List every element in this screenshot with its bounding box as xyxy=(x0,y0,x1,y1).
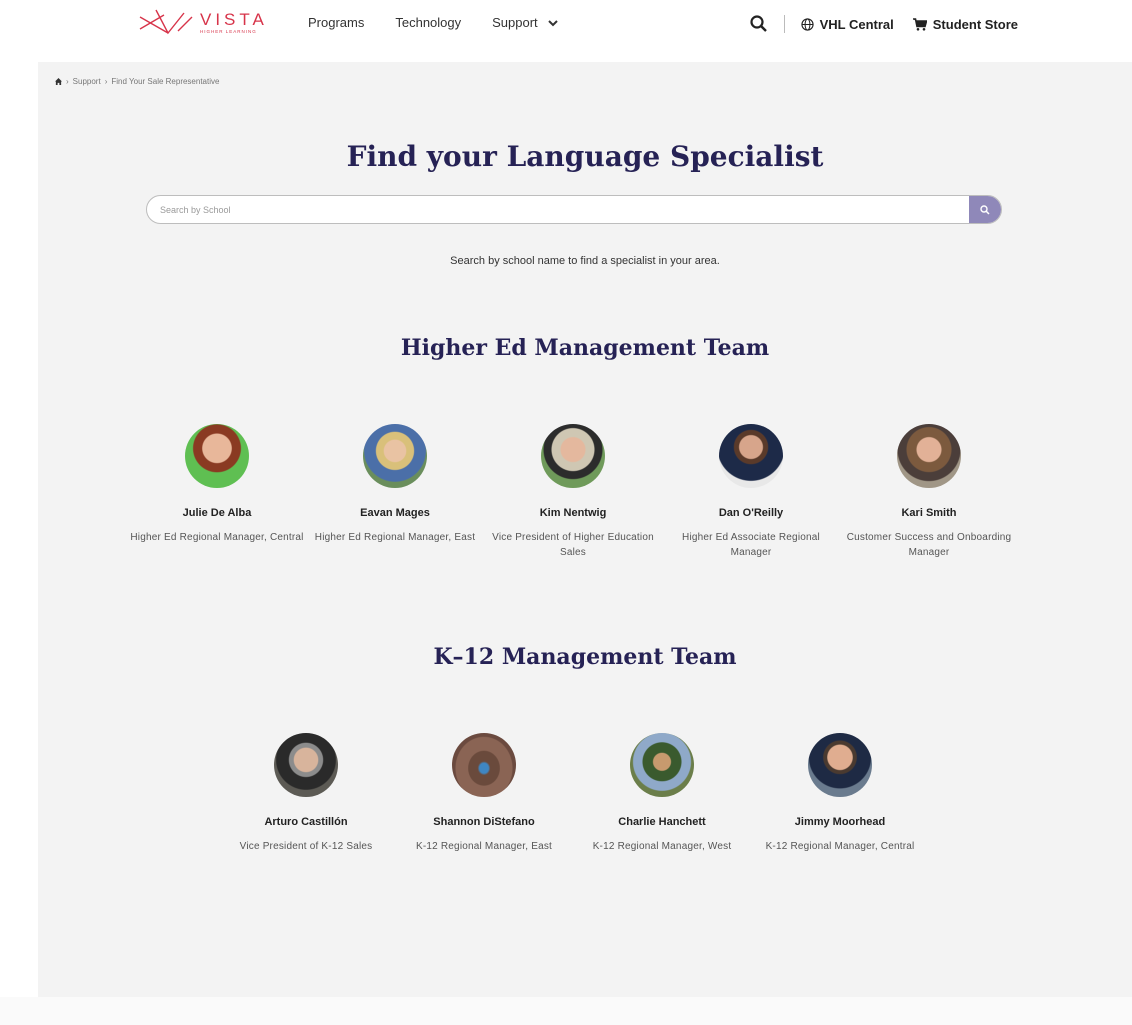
member-role: Vice President of K-12 Sales xyxy=(239,841,373,852)
globe-icon xyxy=(800,17,814,31)
breadcrumb-support[interactable]: Support xyxy=(73,77,101,86)
page-title: Find your Language Specialist xyxy=(346,140,824,173)
vhl-central-label: VHL Central xyxy=(819,16,894,32)
avatar xyxy=(719,424,783,488)
member-name: Arturo Castillón xyxy=(264,816,348,828)
nav-technology-label: Technology xyxy=(395,15,462,30)
member-name: Shannon DiStefano xyxy=(433,816,535,828)
member-role: K-12 Regional Manager, Central xyxy=(765,841,915,852)
member-name: Julie De Alba xyxy=(182,507,252,519)
search-icon[interactable] xyxy=(749,15,768,33)
avatar xyxy=(808,733,872,797)
member-name: Eavan Mages xyxy=(360,507,430,519)
avatar xyxy=(541,424,605,488)
vhl-central-link[interactable]: VHL Central xyxy=(800,16,894,32)
member-role: K-12 Regional Manager, West xyxy=(592,841,732,852)
divider xyxy=(783,15,785,33)
team-member-card: Julie De Alba Higher Ed Regional Manager… xyxy=(128,424,306,545)
team-member-card: Kim Nentwig Vice President of Higher Edu… xyxy=(484,424,662,560)
home-icon[interactable] xyxy=(55,78,62,85)
chevron-down-icon xyxy=(547,19,558,26)
avatar xyxy=(630,733,694,797)
avatar xyxy=(363,424,427,488)
team-member-card: Shannon DiStefano K-12 Regional Manager,… xyxy=(395,733,573,854)
utility-links: VHL Central Student Store xyxy=(749,15,1018,33)
nav-technology[interactable]: Technology xyxy=(395,15,461,30)
breadcrumb: › Support › Find Your Sale Representativ… xyxy=(55,77,223,86)
cart-icon xyxy=(912,17,927,31)
team-member-card: Arturo Castillón Vice President of K-12 … xyxy=(217,733,395,854)
member-name: Dan O'Reilly xyxy=(718,507,784,519)
team-member-card: Charlie Hanchett K-12 Regional Manager, … xyxy=(573,733,751,854)
higher-ed-title: Higher Ed Management Team xyxy=(400,335,770,361)
team-member-card: Dan O'Reilly Higher Ed Associate Regiona… xyxy=(662,424,840,560)
nav-support[interactable]: Support xyxy=(492,15,559,30)
main-nav: Programs Technology Support xyxy=(308,15,590,30)
main-content: › Support › Find Your Sale Representativ… xyxy=(38,62,1132,1025)
team-member-card: Eavan Mages Higher Ed Regional Manager, … xyxy=(306,424,484,545)
member-role: Higher Ed Associate Regional Manager xyxy=(682,532,820,558)
search-hint: Search by school name to find a speciali… xyxy=(450,255,720,267)
school-search xyxy=(146,195,1002,224)
member-role: Higher Ed Regional Manager, Central xyxy=(130,532,304,543)
breadcrumb-separator: › xyxy=(104,77,108,86)
logo-wordmark: VISTA xyxy=(200,10,268,30)
nav-programs[interactable]: Programs xyxy=(308,15,364,30)
footer-band xyxy=(0,997,1132,1025)
breadcrumb-current: Find Your Sale Representative xyxy=(111,77,220,86)
logo-tagline: HIGHER LEARNING xyxy=(200,29,257,35)
avatar xyxy=(897,424,961,488)
member-name: Kim Nentwig xyxy=(539,507,607,519)
member-role: Customer Success and Onboarding Manager xyxy=(846,532,1012,558)
member-name: Kari Smith xyxy=(901,507,957,519)
member-name: Jimmy Moorhead xyxy=(794,816,886,828)
student-store-label: Student Store xyxy=(932,16,1018,32)
member-role: K-12 Regional Manager, East xyxy=(415,841,553,852)
team-member-card: Kari Smith Customer Success and Onboardi… xyxy=(840,424,1018,560)
breadcrumb-separator: › xyxy=(66,77,69,86)
nav-support-label: Support xyxy=(492,15,538,30)
search-icon xyxy=(980,204,990,215)
member-name: Charlie Hanchett xyxy=(618,816,706,828)
school-search-input[interactable] xyxy=(147,196,967,223)
team-member-card: Jimmy Moorhead K-12 Regional Manager, Ce… xyxy=(751,733,929,854)
vista-logo-icon xyxy=(139,9,193,35)
student-store-link[interactable]: Student Store xyxy=(912,16,1018,32)
member-role: Higher Ed Regional Manager, East xyxy=(314,532,476,543)
top-navigation: VISTA HIGHER LEARNING Programs Technolog… xyxy=(0,0,1132,62)
vista-logo[interactable]: VISTA HIGHER LEARNING xyxy=(138,6,278,40)
nav-programs-label: Programs xyxy=(308,15,365,30)
k12-title: K–12 Management Team xyxy=(433,644,737,670)
search-button[interactable] xyxy=(969,196,1001,223)
avatar xyxy=(452,733,516,797)
avatar xyxy=(185,424,249,488)
member-role: Vice President of Higher Education Sales xyxy=(492,532,654,558)
avatar xyxy=(274,733,338,797)
